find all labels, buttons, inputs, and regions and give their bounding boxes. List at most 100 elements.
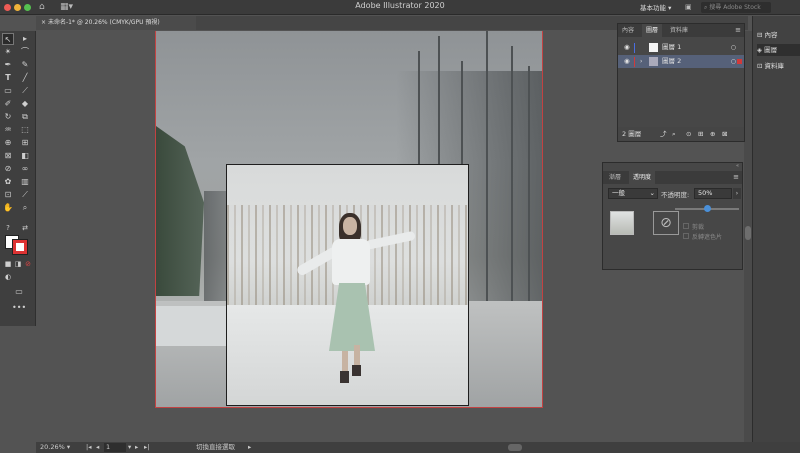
- dock-libraries[interactable]: ⊡ 資料庫: [757, 60, 800, 72]
- scale-tool-icon[interactable]: ⧉: [19, 111, 31, 123]
- vertical-scrollbar[interactable]: [744, 31, 752, 442]
- free-transform-tool-icon[interactable]: ⬚: [19, 124, 31, 136]
- expand-chevron-icon[interactable]: ›: [640, 55, 642, 68]
- direct-selection-tool-icon[interactable]: ▸: [19, 33, 31, 45]
- screen-mode-icon[interactable]: ▭: [13, 286, 25, 298]
- stroke-swatch[interactable]: [13, 240, 27, 254]
- opacity-slider-toggle[interactable]: ›: [733, 188, 741, 199]
- artboard[interactable]: [226, 164, 469, 406]
- shaper-tool-icon[interactable]: ✐: [2, 98, 14, 110]
- rotate-tool-icon[interactable]: ↻: [2, 111, 14, 123]
- layer-name[interactable]: 圖層 1: [662, 41, 681, 54]
- perspective-grid-tool-icon[interactable]: ⊞: [19, 137, 31, 149]
- new-sublayer-icon[interactable]: ⊞: [698, 127, 703, 141]
- layers-panel-footer: 2 圖層 ⤴ ⌕ ⊙ ⊞ ⊕ ⊠: [618, 127, 744, 141]
- layer-row[interactable]: ◉ › 圖層 2 ○: [618, 55, 744, 68]
- status-menu-icon[interactable]: ▸: [248, 442, 251, 453]
- locate-object-icon[interactable]: ⌕: [672, 127, 676, 141]
- last-artboard-icon[interactable]: ▸|: [144, 442, 149, 453]
- close-tab-icon[interactable]: ×: [41, 19, 46, 26]
- zoom-tool-icon[interactable]: ⌕: [19, 202, 31, 214]
- panel-menu-icon[interactable]: ≡: [733, 171, 739, 184]
- mesh-tool-icon[interactable]: ⊠: [2, 150, 14, 162]
- eyedropper-tool-icon[interactable]: ⊘: [2, 163, 14, 175]
- clipping-mask-icon[interactable]: ⊙: [686, 127, 691, 141]
- tab-layers[interactable]: 圖層: [642, 24, 663, 37]
- target-icon[interactable]: ○: [731, 41, 736, 54]
- status-bar: 20.26% ▾ |◂ ◂ 1 ▾ ▸ ▸| 切換直接選取 ▸: [36, 442, 800, 453]
- right-dock: ⊟ 內容 ◈ 圖層 ⊡ 資料庫: [752, 16, 800, 442]
- gradient-tool-icon[interactable]: ◧: [19, 150, 31, 162]
- zoom-level[interactable]: 20.26% ▾: [40, 442, 70, 453]
- hand-tool-icon[interactable]: ✋: [2, 202, 14, 214]
- visibility-eye-icon[interactable]: ◉: [624, 55, 630, 68]
- opacity-slider-thumb[interactable]: [703, 205, 711, 212]
- new-layer-icon[interactable]: ⊕: [710, 127, 715, 141]
- panel-menu-icon[interactable]: ≡: [735, 24, 741, 37]
- tab-properties[interactable]: 內容: [618, 24, 638, 37]
- chevron-down-icon: ⌄: [649, 189, 655, 197]
- delete-layer-icon[interactable]: ⊠: [722, 127, 727, 141]
- target-icon[interactable]: ○: [731, 55, 736, 68]
- shape-builder-tool-icon[interactable]: ⊕: [2, 137, 14, 149]
- none-mode-icon[interactable]: ⊘: [22, 258, 34, 270]
- type-tool-icon[interactable]: T: [2, 72, 14, 84]
- object-thumbnail[interactable]: [610, 211, 634, 235]
- opacity-slider-track[interactable]: [675, 205, 739, 212]
- vertical-scroll-thumb[interactable]: [745, 226, 751, 240]
- stock-search-field[interactable]: ⌕ 搜尋 Adobe Stock: [701, 2, 771, 13]
- no-mask-icon[interactable]: ⊘: [653, 211, 679, 235]
- artboard-number-field[interactable]: 1: [104, 443, 126, 452]
- illustrator-window: ⌂ ▦▾ Adobe Illustrator 2020 基本功能 ▾ ▣ ⌕ 搜…: [0, 0, 800, 453]
- arrange-icon[interactable]: ▣: [685, 1, 692, 13]
- graph-tool-icon[interactable]: ▥: [19, 176, 31, 188]
- artboard-dropdown-icon[interactable]: ▾: [128, 442, 131, 453]
- tab-transparency[interactable]: 透明度: [629, 171, 656, 184]
- rectangle-tool-icon[interactable]: ▭: [2, 85, 14, 97]
- selection-indicator[interactable]: [737, 59, 742, 64]
- dock-layers-label: 圖層: [764, 46, 778, 54]
- dock-properties[interactable]: ⊟ 內容: [757, 29, 800, 41]
- pen-tool-icon[interactable]: ✒: [2, 59, 14, 71]
- blend-mode-select[interactable]: 一般 ⌄: [608, 188, 658, 199]
- symbol-sprayer-tool-icon[interactable]: ✿: [2, 176, 14, 188]
- warp-tool-icon[interactable]: ♒: [2, 124, 14, 136]
- layer-name[interactable]: 圖層 2: [662, 55, 681, 68]
- draw-mode-icon[interactable]: ◐: [2, 271, 14, 283]
- next-artboard-icon[interactable]: ▸: [135, 442, 138, 453]
- collapse-panel-icon[interactable]: «: [736, 163, 739, 169]
- swap-colors-icon[interactable]: ⇄: [19, 222, 31, 234]
- dock-layers[interactable]: ◈ 圖層: [757, 44, 800, 56]
- woman-right-boot: [352, 365, 361, 376]
- curvature-tool-icon[interactable]: ✎: [19, 59, 31, 71]
- horizontal-scroll-thumb[interactable]: [508, 444, 522, 451]
- line-tool-icon[interactable]: ╱: [19, 72, 31, 84]
- document-tab[interactable]: × 未命名-1* @ 20.26% (CMYK/GPU 預視): [36, 16, 196, 30]
- layer-count: 2 圖層: [622, 130, 642, 138]
- invert-mask-checkbox[interactable]: [683, 233, 689, 239]
- transparency-panel: 漸層 透明度 ≡ « 一般 ⌄ 不透明度: 50% › ⊘ 剪裁 反轉遮色片: [602, 162, 743, 270]
- more-tools-icon[interactable]: •••: [12, 302, 26, 314]
- lasso-tool-icon[interactable]: ⌒: [19, 46, 31, 58]
- artboard-tool-icon[interactable]: ⊡: [2, 189, 14, 201]
- blend-tool-icon[interactable]: ∞: [19, 163, 31, 175]
- workspace-switcher[interactable]: 基本功能 ▾: [640, 2, 671, 12]
- layer-row[interactable]: ◉ 圖層 1 ○: [618, 41, 744, 54]
- visibility-eye-icon[interactable]: ◉: [624, 41, 630, 54]
- selection-tool-icon[interactable]: ↖: [2, 33, 14, 45]
- previous-artboard-icon[interactable]: ◂: [96, 442, 99, 453]
- tab-libraries[interactable]: 資料庫: [666, 24, 692, 37]
- clip-checkbox[interactable]: [683, 223, 689, 229]
- eraser-tool-icon[interactable]: ◆: [19, 98, 31, 110]
- opacity-field[interactable]: 50%: [694, 188, 732, 199]
- magic-wand-tool-icon[interactable]: ✴: [2, 46, 14, 58]
- tab-gradient[interactable]: 漸層: [605, 171, 625, 184]
- paintbrush-tool-icon[interactable]: ⟋: [19, 85, 31, 97]
- first-artboard-icon[interactable]: |◂: [86, 442, 91, 453]
- export-icon[interactable]: ⤴: [660, 127, 667, 141]
- slice-tool-icon[interactable]: ⟋: [19, 189, 31, 201]
- help-icon[interactable]: ?: [2, 222, 14, 234]
- invert-mask-label: 反轉遮色片: [692, 234, 723, 241]
- tree-trunk: [528, 66, 530, 316]
- layers-icon: ◈: [757, 46, 762, 54]
